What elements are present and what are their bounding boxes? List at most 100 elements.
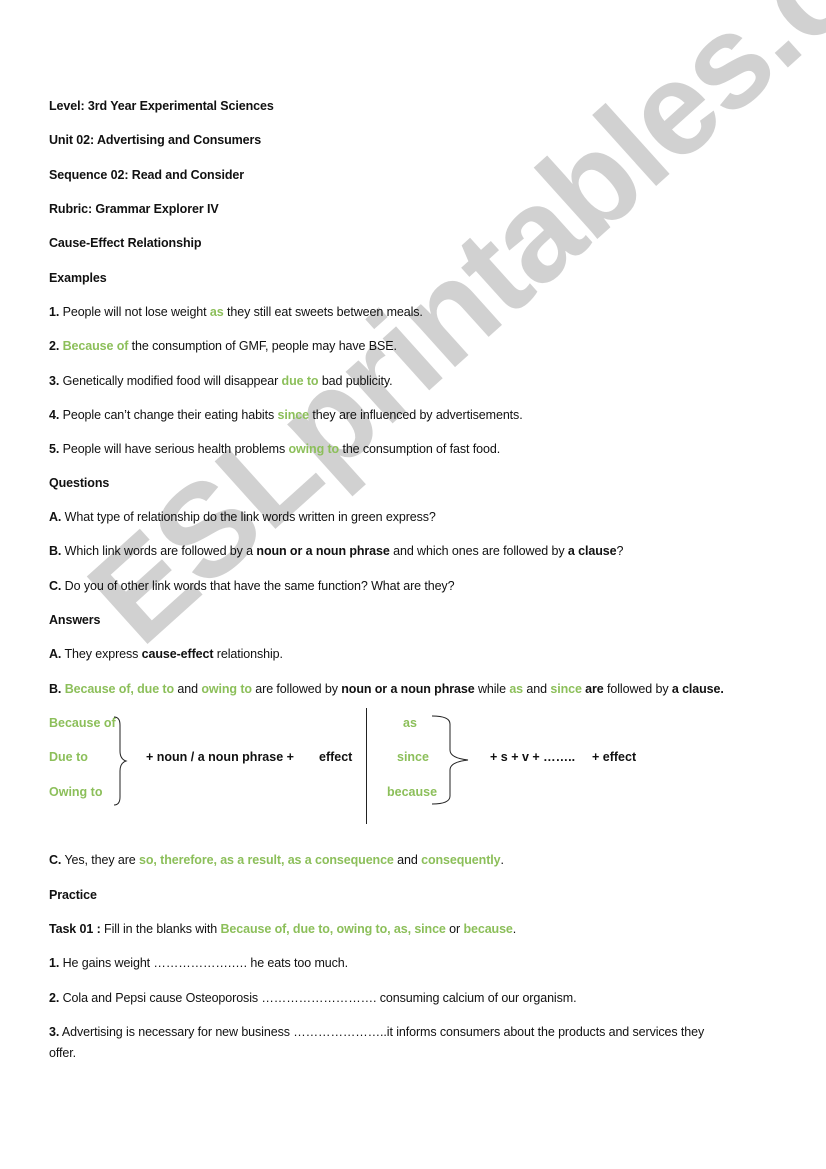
link-word: owing to: [201, 682, 252, 696]
practice-item: 1. He gains weight ……………….…. he eats too…: [49, 956, 348, 970]
answers-heading: Answers: [49, 613, 101, 627]
example-number: 1.: [49, 305, 60, 319]
practice-heading: Practice: [49, 888, 97, 902]
task-text: Fill in the blanks with: [100, 922, 221, 936]
example-item: 5. People will have serious health probl…: [49, 442, 500, 456]
answer-text: and: [523, 682, 551, 696]
link-word: as: [509, 682, 524, 696]
level-line: Level: 3rd Year Experimental Sciences: [49, 99, 274, 113]
answer-text: Yes, they are: [61, 853, 140, 867]
example-item: 3. Genetically modified food will disapp…: [49, 374, 393, 388]
link-word: due to: [281, 374, 319, 388]
right-brace: [431, 715, 469, 805]
example-text: the consumption of fast food.: [339, 442, 501, 456]
answer-text: and: [393, 853, 422, 867]
answer-text: followed by: [603, 682, 672, 696]
answer-text: relationship.: [213, 647, 283, 661]
question-label: A.: [49, 510, 62, 524]
question-label: B.: [49, 544, 62, 558]
practice-number: 3.: [49, 1025, 60, 1039]
rubric-line: Rubric: Grammar Explorer IV: [49, 202, 219, 216]
answer-text: and: [174, 682, 202, 696]
example-text: Genetically modified food will disappear: [59, 374, 282, 388]
practice-number: 2.: [49, 991, 60, 1005]
answer-label: C.: [49, 853, 62, 867]
link-word: Because of, due to: [64, 682, 175, 696]
question-text: and which ones are followed by: [389, 544, 568, 558]
diagram-right-word: since: [397, 750, 429, 764]
example-text: they are influenced by advertisements.: [308, 408, 523, 422]
link-word: so, therefore, as a result, as a consequ…: [139, 853, 394, 867]
link-word: Because of, due to, owing to, as, since: [220, 922, 446, 936]
answer-c: C. Yes, they are so, therefore, as a res…: [49, 853, 504, 867]
example-text: they still eat sweets between meals.: [223, 305, 423, 319]
answer-label: B.: [49, 682, 62, 696]
link-word: Because of: [62, 339, 129, 353]
answer-label: A.: [49, 647, 62, 661]
task-text: .: [512, 922, 517, 936]
answer-text: They express: [61, 647, 142, 661]
question-b: B. Which link words are followed by a no…: [49, 544, 623, 558]
example-text: People will have serious health problems: [59, 442, 289, 456]
diagram-right-word: because: [387, 785, 438, 799]
bold-term: cause-effect: [141, 647, 214, 661]
link-word: owing to: [288, 442, 340, 456]
example-number: 5.: [49, 442, 60, 456]
answer-text: .: [500, 853, 504, 867]
example-text: bad publicity.: [318, 374, 393, 388]
link-word: since: [277, 408, 310, 422]
diagram-left-result: effect: [319, 750, 353, 764]
question-label: C.: [49, 579, 62, 593]
practice-text: He gains weight ……………….…. he eats too mu…: [59, 956, 349, 970]
link-word: since: [550, 682, 582, 696]
practice-number: 1.: [49, 956, 60, 970]
practice-text: Cola and Pepsi cause Osteoporosis …………………: [59, 991, 577, 1005]
example-text: the consumption of GMF, people may have …: [128, 339, 397, 353]
diagram-right-word: as: [403, 716, 417, 730]
examples-heading: Examples: [49, 271, 107, 285]
sequence-line: Sequence 02: Read and Consider: [49, 168, 244, 182]
question-text: ?: [616, 544, 624, 558]
bold-term: noun or a noun phrase: [256, 544, 390, 558]
task-label: Task 01 :: [49, 922, 101, 936]
example-item: 4. People can’t change their eating habi…: [49, 408, 523, 422]
answer-a: A. They express cause-effect relationshi…: [49, 647, 283, 661]
example-number: 4.: [49, 408, 60, 422]
diagram-left-word: Because of: [49, 716, 116, 730]
example-text: People will not lose weight: [59, 305, 210, 319]
example-number: 3.: [49, 374, 60, 388]
answer-text: are followed by: [251, 682, 342, 696]
example-item: 1. People will not lose weight as they s…: [49, 305, 423, 319]
diagram-divider: [366, 708, 367, 824]
practice-item-continuation: offer.: [49, 1046, 76, 1060]
question-text: Which link words are followed by a: [61, 544, 257, 558]
answer-text: while: [474, 682, 510, 696]
link-word: as: [209, 305, 224, 319]
example-number: 2.: [49, 339, 60, 353]
link-word: consequently: [421, 853, 501, 867]
answer-b: B. Because of, due to and owing to are f…: [49, 682, 724, 696]
diagram-right-formula: + s + v + ……..: [490, 750, 576, 764]
question-c: C. Do you of other link words that have …: [49, 579, 455, 593]
task-text: or: [445, 922, 464, 936]
diagram-left-word: Owing to: [49, 785, 103, 799]
example-item: 2. Because of the consumption of GMF, pe…: [49, 339, 397, 353]
bold-term: are: [581, 682, 604, 696]
practice-item: 2. Cola and Pepsi cause Osteoporosis …………: [49, 991, 577, 1005]
link-word: because: [463, 922, 513, 936]
questions-heading: Questions: [49, 476, 110, 490]
topic-heading: Cause-Effect Relationship: [49, 236, 202, 250]
question-a: A. What type of relationship do the link…: [49, 510, 436, 524]
question-text: Do you of other link words that have the…: [61, 579, 455, 593]
unit-line: Unit 02: Advertising and Consumers: [49, 133, 262, 147]
bold-term: noun or a noun phrase: [341, 682, 475, 696]
diagram-left-formula: + noun / a noun phrase +: [146, 750, 294, 764]
example-text: People can’t change their eating habits: [59, 408, 278, 422]
practice-text: Advertising is necessary for new busines…: [59, 1025, 705, 1039]
left-brace: [113, 716, 128, 806]
diagram-right-result: + effect: [592, 750, 637, 764]
bold-term: a clause: [567, 544, 617, 558]
task-instruction: Task 01 : Fill in the blanks with Becaus…: [49, 922, 516, 936]
question-text: What type of relationship do the link wo…: [61, 510, 436, 524]
diagram-left-word: Due to: [49, 750, 88, 764]
